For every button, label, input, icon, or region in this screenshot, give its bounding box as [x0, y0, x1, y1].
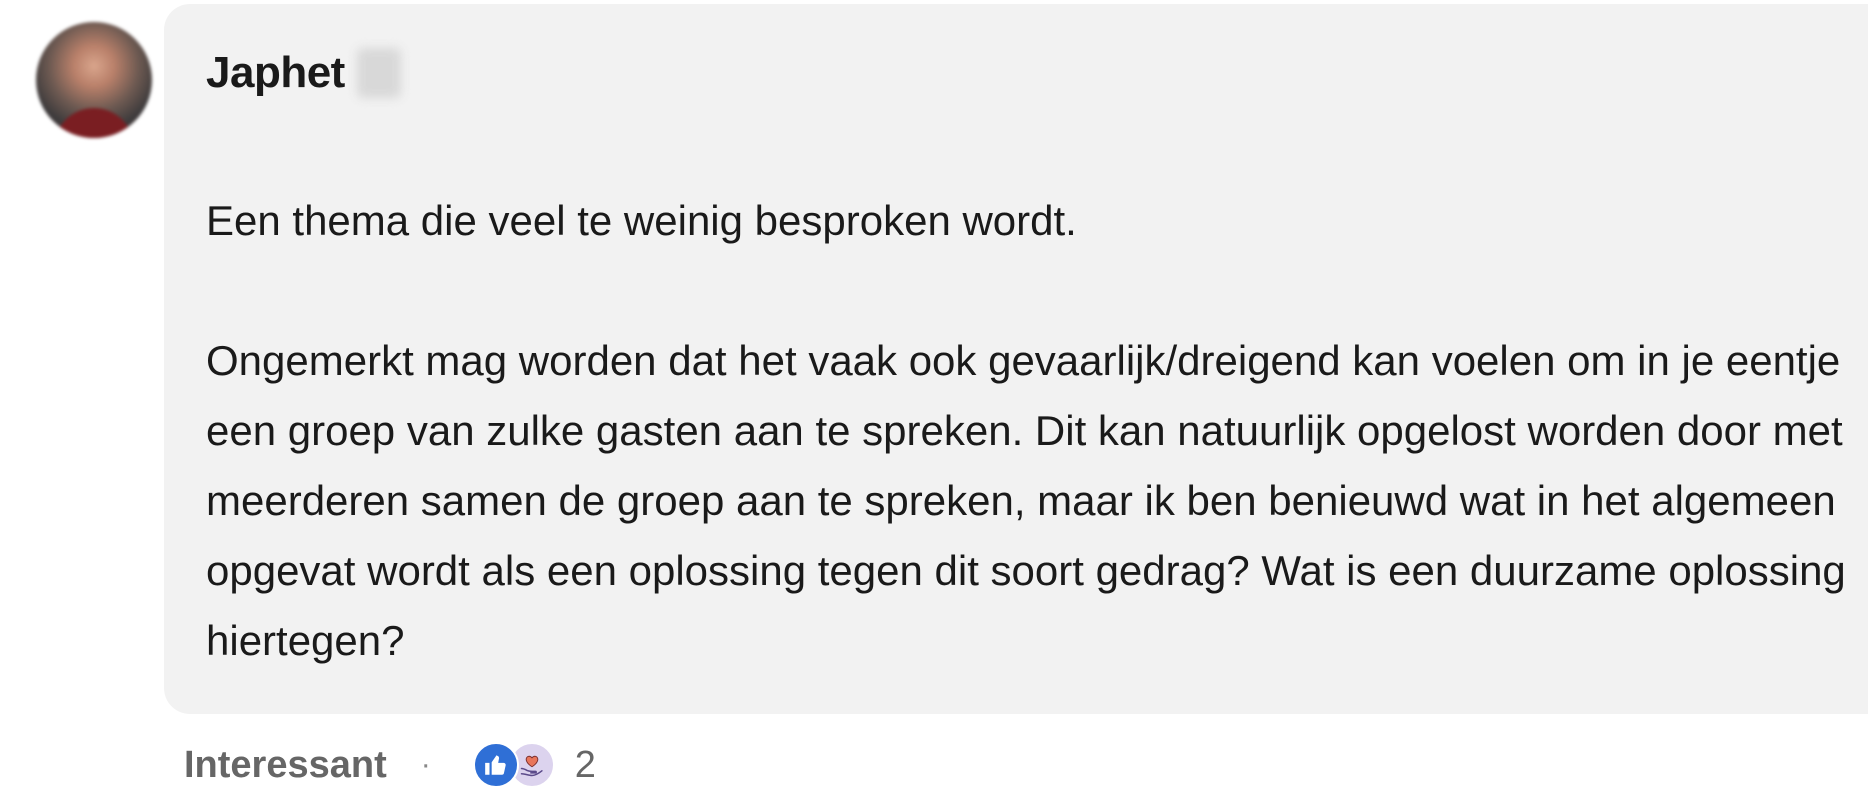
redacted-surname	[356, 48, 401, 98]
comment-bubble: Japhet Een thema die veel te weinig besp…	[164, 4, 1868, 714]
comment-paragraph: Een thema die veel te weinig besproken w…	[206, 197, 1077, 244]
author-row: Japhet	[206, 40, 1868, 106]
reaction-label-button[interactable]: Interessant	[184, 744, 387, 787]
comment-paragraph: Ongemerkt mag worden dat het vaak ook ge…	[206, 337, 1846, 664]
author-name[interactable]: Japhet	[206, 48, 345, 98]
comment-footer: Interessant · 2	[184, 740, 596, 790]
like-icon	[472, 742, 519, 788]
separator-dot: ·	[420, 748, 431, 781]
reactions-summary[interactable]	[472, 742, 555, 788]
avatar-image	[54, 108, 134, 138]
reaction-count[interactable]: 2	[575, 744, 596, 787]
comment-card: Japhet Een thema die veel te weinig besp…	[0, 0, 1868, 804]
comment-text: Een thema die veel te weinig besproken w…	[206, 186, 1866, 676]
avatar[interactable]	[36, 22, 152, 138]
